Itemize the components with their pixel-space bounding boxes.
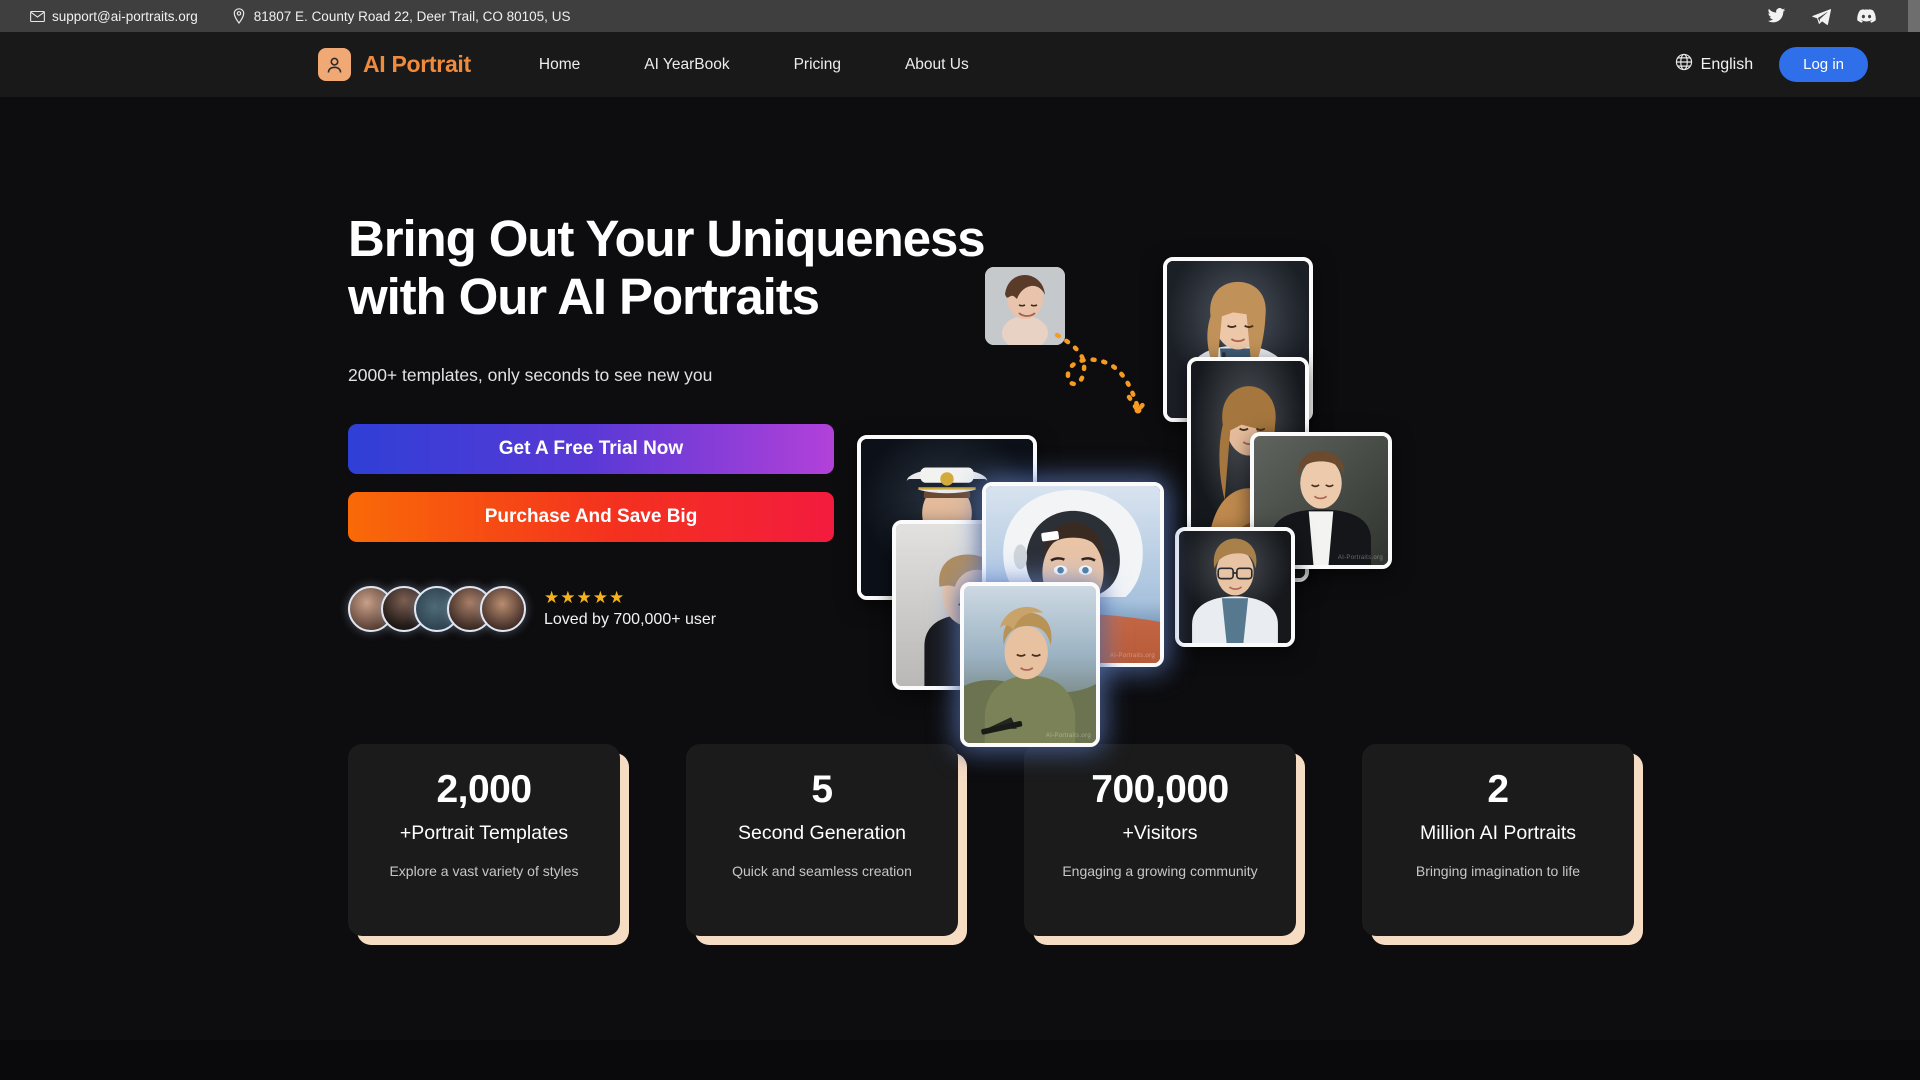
stat-description: Engaging a growing community [1062,863,1258,879]
contact-address: 81807 E. County Road 22, Deer Trail, CO … [232,8,571,24]
hero-section: Bring Out Your Uniqueness with Our AI Po… [0,97,1920,747]
stat-card-templates[interactable]: 2,000 +Portrait Templates Explore a vast… [348,744,629,945]
collage-watermark: AI-Portraits.org [1045,733,1091,739]
collage-watermark: AI-Portraits.org [1337,555,1383,561]
nav-right-cluster: English Log in [1675,47,1868,82]
stat-card-visitors[interactable]: 700,000 +Visitors Engaging a growing com… [1024,744,1305,945]
headline-line-2: with Our AI Portraits [348,268,820,326]
discord-icon[interactable] [1857,7,1876,26]
nav-link-home[interactable]: Home [507,56,612,74]
telegram-icon[interactable] [1812,7,1831,26]
nav-link-ai-yearbook[interactable]: AI YearBook [612,56,761,74]
free-trial-button[interactable]: Get A Free Trial Now [348,424,834,475]
portrait-collage: AI-Portraits.org AI-Portraits.org AI-Por… [857,257,1615,747]
person-avatar-icon [318,48,351,81]
stats-row: 2,000 +Portrait Templates Explore a vast… [348,744,1643,945]
avatar [480,586,526,633]
main-navbar: AI Portrait Home AI YearBook Pricing Abo… [0,32,1920,97]
brand-name: AI Portrait [363,51,471,77]
contact-email-text: support@ai-portraits.org [52,8,198,24]
stat-card-portraits[interactable]: 2 Million AI Portraits Bringing imaginat… [1362,744,1643,945]
cta-button-group: Get A Free Trial Now Purchase And Save B… [348,424,834,543]
nav-link-about-us[interactable]: About Us [873,56,1001,74]
stat-label: +Portrait Templates [399,822,569,844]
purchase-button[interactable]: Purchase And Save Big [348,492,834,543]
stat-number: 5 [811,768,833,811]
portrait-soldier[interactable]: AI-Portraits.org [960,582,1100,747]
star-rating: ★★★★★ [544,588,626,608]
language-label: English [1700,55,1754,73]
social-proof-text: ★★★★★ Loved by 700,000+ user [544,589,716,629]
globe-icon [1675,53,1693,76]
contact-address-text: 81807 E. County Road 22, Deer Trail, CO … [253,8,571,24]
nav-links: Home AI YearBook Pricing About Us [507,56,1001,74]
location-pin-icon [232,8,247,24]
stat-number: 700,000 [1091,768,1229,811]
avatar-group [348,586,526,633]
page-bottom-edge [0,1040,1920,1080]
envelope-icon [30,9,45,24]
scrollbar[interactable] [1908,0,1920,32]
twitter-icon[interactable] [1767,7,1786,26]
headline-line-1: Bring Out Your Uniqueness [348,210,986,267]
stat-card-generation[interactable]: 5 Second Generation Quick and seamless c… [686,744,967,945]
stat-number: 2,000 [436,768,532,811]
loved-by-count: Loved by 700,000+ user [544,611,717,629]
language-selector[interactable]: English [1675,53,1753,76]
hero-subheading: 2000+ templates, only seconds to see new… [348,365,713,386]
portrait-doctor-glasses[interactable] [1175,527,1295,647]
stat-label: +Visitors [1122,822,1198,844]
stat-description: Explore a vast variety of styles [389,863,579,879]
stat-description: Bringing imagination to life [1415,863,1581,879]
stat-label: Million AI Portraits [1419,822,1577,844]
stat-label: Second Generation [737,822,907,844]
contact-email[interactable]: support@ai-portraits.org [30,9,198,24]
stat-description: Quick and seamless creation [732,863,912,879]
collage-watermark: AI-Portraits.org [1109,653,1155,659]
social-links [1767,7,1898,26]
login-button[interactable]: Log in [1779,47,1868,82]
nav-link-pricing[interactable]: Pricing [762,56,873,74]
brand-logo[interactable]: AI Portrait [318,48,471,81]
page-title: Bring Out Your Uniqueness with Our AI Po… [348,210,1048,326]
top-utility-bar: support@ai-portraits.org 81807 E. County… [0,0,1920,32]
stat-number: 2 [1487,768,1509,811]
